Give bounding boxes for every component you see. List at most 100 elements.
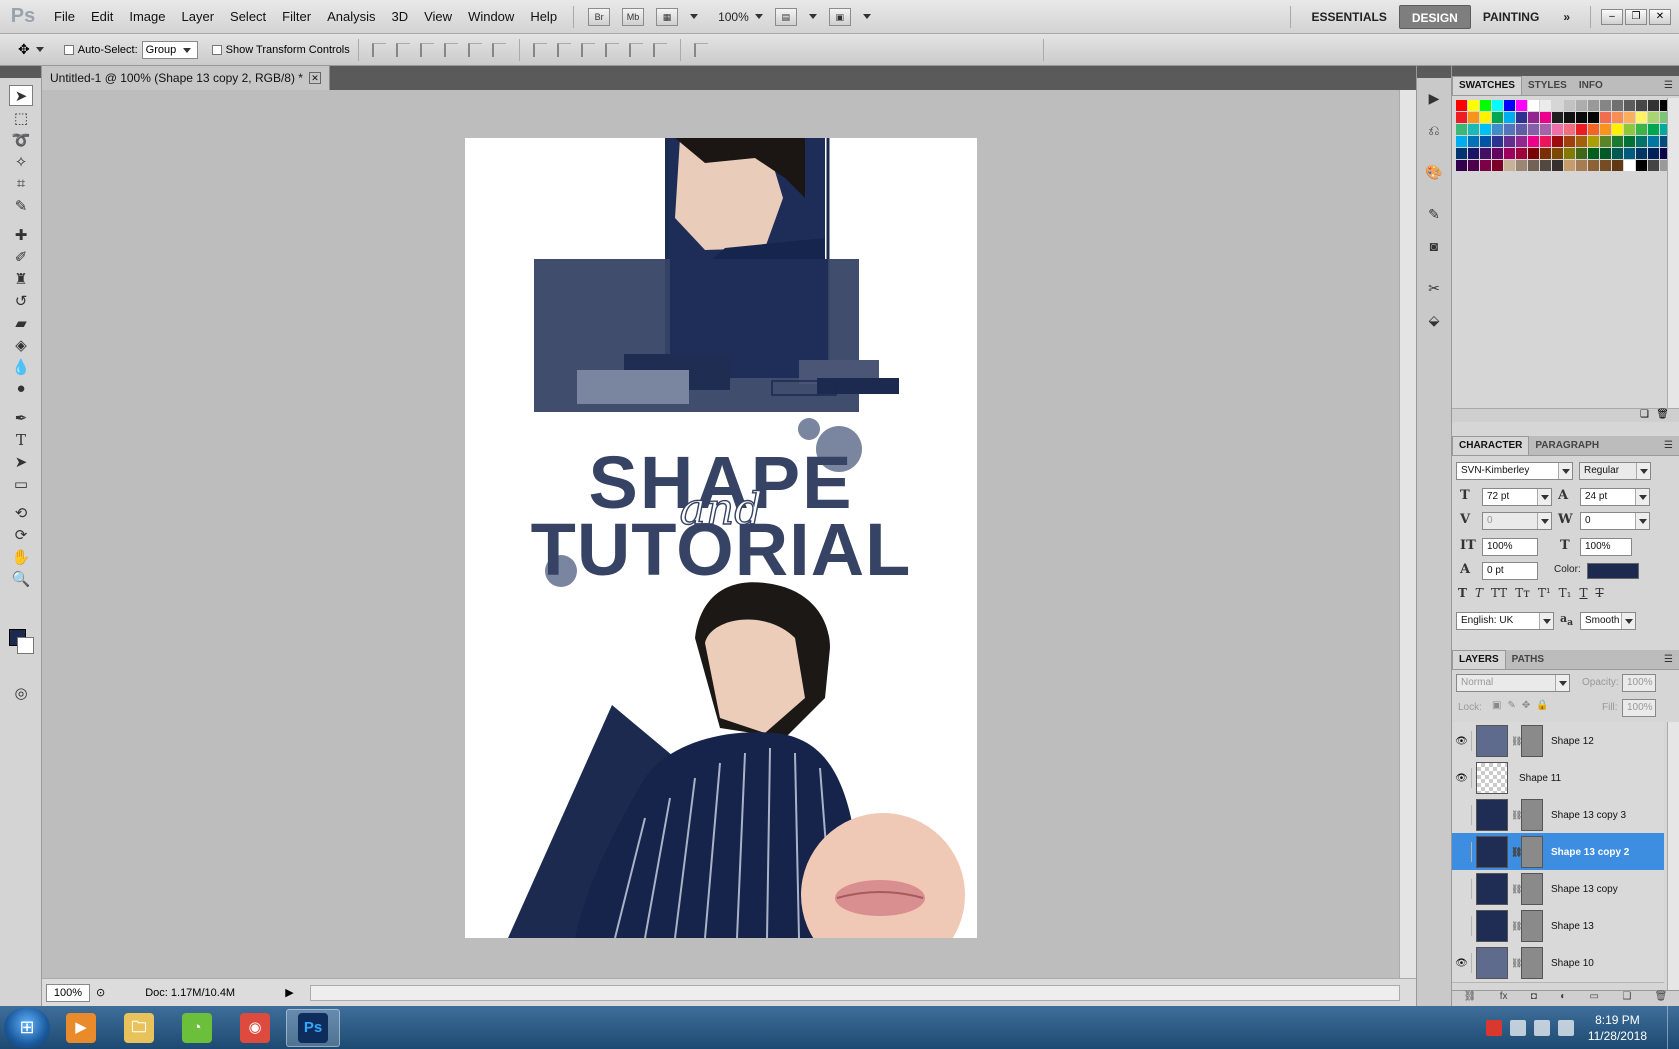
zoom-tool-icon[interactable]: 🔍: [9, 568, 33, 589]
new-group-icon[interactable]: ▭: [1590, 991, 1599, 1006]
horizontal-scrollbar[interactable]: [309, 984, 1400, 1001]
kerning-field[interactable]: 0: [1482, 512, 1552, 530]
color-swatch[interactable]: [1480, 124, 1491, 135]
pen-tool-icon[interactable]: ✒: [9, 407, 33, 428]
color-swatch[interactable]: [1468, 148, 1479, 159]
all-caps-icon[interactable]: TT: [1491, 586, 1507, 600]
color-swatch[interactable]: [1528, 136, 1539, 147]
history-panel-icon[interactable]: ⎌: [1421, 118, 1447, 142]
layer-style-icon[interactable]: fx: [1500, 991, 1508, 1006]
rectangle-tool-icon[interactable]: ▭: [9, 473, 33, 494]
quick-selection-tool-icon[interactable]: ✧: [9, 151, 33, 172]
color-swatch[interactable]: [1624, 148, 1635, 159]
color-swatch[interactable]: [1612, 148, 1623, 159]
mask-link-icon[interactable]: ⛓: [1511, 884, 1522, 895]
color-swatch[interactable]: [1480, 112, 1491, 123]
color-swatch[interactable]: [1576, 100, 1587, 111]
color-swatch[interactable]: [1648, 100, 1659, 111]
panel-menu-icon[interactable]: ☰: [1664, 440, 1673, 451]
color-swatch[interactable]: [1636, 148, 1647, 159]
color-swatch[interactable]: [1552, 160, 1563, 171]
color-swatch[interactable]: [1552, 124, 1563, 135]
tab-character[interactable]: CHARACTER: [1452, 436, 1530, 455]
panel-menu-icon[interactable]: ☰: [1664, 80, 1673, 91]
vector-mask-thumbnail[interactable]: [1521, 725, 1543, 757]
menu-filter[interactable]: Filter: [274, 0, 319, 34]
visibility-eye-icon[interactable]: [1452, 805, 1472, 825]
color-swatch[interactable]: [1492, 148, 1503, 159]
background-color-swatch[interactable]: [17, 637, 34, 654]
color-swatch[interactable]: [1564, 148, 1575, 159]
align-vertical-center-icon[interactable]: [395, 42, 410, 57]
menu-window[interactable]: Window: [460, 0, 522, 34]
taskbar-app-media[interactable]: ▶: [54, 1009, 108, 1047]
add-mask-icon[interactable]: ◘: [1531, 991, 1537, 1006]
color-swatch[interactable]: [1492, 100, 1503, 111]
tab-layers[interactable]: LAYERS: [1452, 650, 1506, 669]
color-swatch[interactable]: [1600, 136, 1611, 147]
color-swatch[interactable]: [1468, 124, 1479, 135]
actions-panel-icon[interactable]: ▶: [1421, 86, 1447, 110]
taskbar-app-chrome[interactable]: ◉: [228, 1009, 282, 1047]
color-swatch[interactable]: [1456, 112, 1467, 123]
color-swatch[interactable]: [1480, 100, 1491, 111]
color-swatch[interactable]: [1636, 100, 1647, 111]
auto-select-toggle[interactable]: Auto-Select:: [63, 44, 138, 56]
font-family-select[interactable]: SVN-Kimberley: [1456, 462, 1573, 480]
menu-select[interactable]: Select: [222, 0, 274, 34]
distribute-vertical-center-icon[interactable]: [556, 42, 571, 57]
leading-field[interactable]: 24 pt: [1580, 488, 1650, 506]
minimize-button[interactable]: –: [1601, 9, 1623, 25]
new-swatch-icon[interactable]: ❑: [1640, 409, 1649, 420]
color-swatch[interactable]: [1588, 160, 1599, 171]
color-swatch[interactable]: [1540, 124, 1551, 135]
color-swatch[interactable]: [1600, 100, 1611, 111]
color-swatch[interactable]: [1588, 112, 1599, 123]
color-swatch[interactable]: [1528, 160, 1539, 171]
language-select[interactable]: English: UK: [1456, 612, 1554, 630]
taskbar-app-explorer[interactable]: 🗀: [112, 1009, 166, 1047]
clock[interactable]: 8:19 PM 11/28/2018: [1588, 1012, 1647, 1044]
color-swatch[interactable]: [1624, 160, 1635, 171]
tab-swatches[interactable]: SWATCHES: [1452, 76, 1522, 95]
vertical-scale-field[interactable]: 100%: [1482, 538, 1538, 556]
delete-layer-icon[interactable]: 🗑: [1655, 991, 1668, 1006]
layer-row[interactable]: 👁 ⛓ Shape 10: [1452, 944, 1664, 983]
align-horizontal-center-icon[interactable]: [467, 42, 482, 57]
brush-presets-icon[interactable]: ✎: [1421, 202, 1447, 226]
color-swatch[interactable]: [1648, 148, 1659, 159]
color-swatch[interactable]: [1648, 124, 1659, 135]
link-layers-icon[interactable]: ⛓: [1464, 991, 1477, 1006]
color-swatch[interactable]: [1648, 136, 1659, 147]
auto-select-checkbox[interactable]: [63, 44, 74, 55]
faux-italic-icon[interactable]: T: [1475, 586, 1483, 600]
zoom-level-select[interactable]: 100%: [718, 10, 749, 24]
eyedropper-tool-icon[interactable]: ✎: [9, 195, 33, 216]
vertical-scrollbar[interactable]: [1399, 90, 1416, 978]
font-size-field[interactable]: 72 pt: [1482, 488, 1552, 506]
color-swatch[interactable]: [1540, 100, 1551, 111]
layers-scrollbar[interactable]: [1667, 722, 1679, 990]
mask-link-icon[interactable]: ⛓: [1511, 847, 1522, 858]
menu-analysis[interactable]: Analysis: [319, 0, 383, 34]
crop-tool-icon[interactable]: ⌗: [9, 173, 33, 194]
visibility-eye-icon[interactable]: 👁: [1452, 768, 1472, 788]
color-swatch[interactable]: [1600, 160, 1611, 171]
faux-bold-icon[interactable]: T: [1458, 586, 1467, 600]
menu-file[interactable]: File: [46, 0, 83, 34]
color-swatch[interactable]: [1576, 112, 1587, 123]
auto-select-mode-select[interactable]: Group: [141, 40, 198, 59]
color-swatch[interactable]: [1552, 136, 1563, 147]
color-swatch[interactable]: [1588, 100, 1599, 111]
color-swatch[interactable]: [1612, 124, 1623, 135]
horizontal-scale-field[interactable]: 100%: [1580, 538, 1632, 556]
layer-row[interactable]: ⛓ Shape 13 copy: [1452, 870, 1664, 909]
auto-align-layers-icon[interactable]: [693, 42, 708, 57]
color-swatch[interactable]: [1468, 112, 1479, 123]
text-color-swatch[interactable]: [1587, 563, 1639, 579]
visibility-eye-icon[interactable]: [1452, 916, 1472, 936]
distribute-right-icon[interactable]: [652, 42, 667, 57]
color-swatch[interactable]: [1504, 100, 1515, 111]
baseline-shift-field[interactable]: 0 pt: [1482, 562, 1538, 580]
status-info-icon[interactable]: ⊙: [96, 986, 105, 999]
